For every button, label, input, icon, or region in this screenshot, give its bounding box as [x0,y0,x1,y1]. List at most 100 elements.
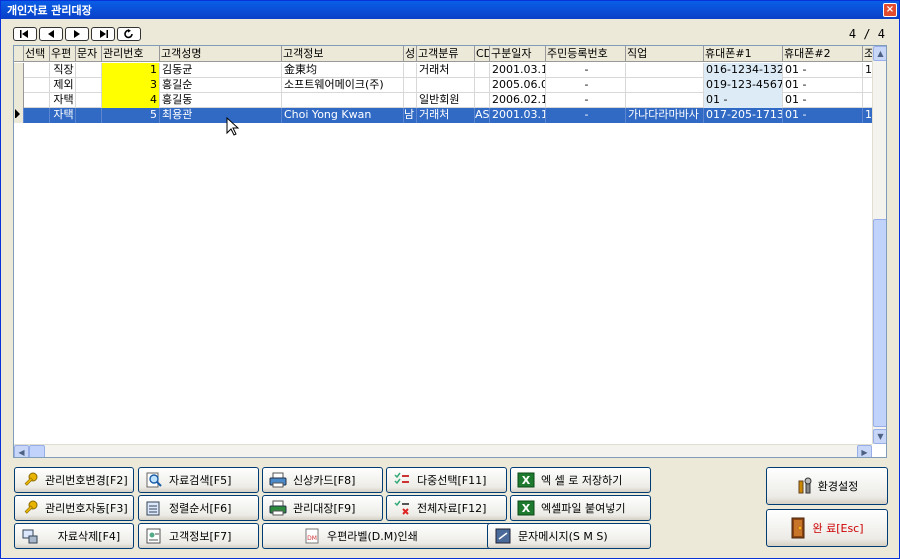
cell-phone1[interactable]: 016-1234-1328 [704,63,783,78]
prev-record-button[interactable] [39,27,63,41]
profile-card-button[interactable]: 신상카드[F8] [262,467,383,493]
cell-phone1[interactable]: 017-205-1713 [704,108,783,123]
cell-name[interactable]: 김동균 [160,63,282,78]
col-header[interactable]: 휴대폰#2 [783,46,863,62]
cell-date[interactable]: 2006.02.16 [490,93,546,108]
next-record-button[interactable] [65,27,89,41]
cell-sex[interactable] [404,78,417,93]
cell-info[interactable]: Choi Yong Kwan [282,108,404,123]
col-header[interactable]: 우편 [50,46,76,62]
table-row-selected[interactable]: 자택 5 최용관 Choi Yong Kwan 남 거래처 AS 2001.03… [14,108,874,123]
cell-info[interactable] [282,93,404,108]
cell-date[interactable]: 2001.03.14 [490,63,546,78]
cell-name[interactable]: 홍길순 [160,78,282,93]
settings-button[interactable]: 환경설정 [766,467,888,505]
cell-job[interactable]: 가나다라마바사 [626,108,704,123]
col-header[interactable]: 고객분류 [417,46,475,62]
scroll-right-button[interactable]: ▶ [857,445,872,457]
cell-phone1[interactable]: 01 - [704,93,783,108]
horizontal-scroll-thumb[interactable] [29,445,45,457]
cell-category[interactable]: 거래처 [417,108,475,123]
cell-no[interactable]: 5 [102,108,160,123]
cell-sms[interactable] [76,63,102,78]
col-header[interactable]: 구분일자 [490,46,546,62]
cell-date[interactable]: 2001.03.14 [490,108,546,123]
cell-cd[interactable] [475,78,490,93]
cell-rrn[interactable]: - [546,63,626,78]
cell-sex[interactable] [404,63,417,78]
multi-select-button[interactable]: 다중선택[F11] [386,467,507,493]
cell-name[interactable]: 홍길동 [160,93,282,108]
col-header[interactable]: 주민등록번호 [546,46,626,62]
cell-date[interactable]: 2005.06.07 [490,78,546,93]
horizontal-scrollbar[interactable]: ◀ ▶ [14,444,872,457]
delete-data-button[interactable]: 자료삭제[F4] [14,523,134,549]
cell-cd[interactable]: AS [475,108,490,123]
save-excel-button[interactable]: X 엑 셀 로 저장하기 [510,467,651,493]
scroll-up-button[interactable]: ▲ [873,46,886,61]
first-record-button[interactable] [13,27,37,41]
table-row[interactable]: 제외 3 홍길순 소프트웨어메이크(주) 2005.06.07 - 019-12… [14,78,874,93]
cell-info[interactable]: 金東均 [282,63,404,78]
cell-sms[interactable] [76,78,102,93]
cell-no[interactable]: 1 [102,63,160,78]
cell-cd[interactable] [475,63,490,78]
cell-name[interactable]: 최용관 [160,108,282,123]
col-header[interactable]: 휴대폰#1 [704,46,783,62]
data-grid[interactable]: 선택 우편 문자 관리번호 고객성명 고객정보 성 고객분류 CD 구분일자 주… [13,45,887,458]
close-button[interactable]: × [883,3,897,17]
cell-sex[interactable] [404,93,417,108]
change-number-button[interactable]: 관리번호변경[F2] [14,467,134,493]
cell-sms[interactable] [76,93,102,108]
table-row[interactable]: 직장 1 김동균 金東均 거래처 2001.03.14 - 016-1234-1… [14,63,874,78]
cell-no[interactable]: 3 [102,78,160,93]
cell-category[interactable] [417,78,475,93]
col-header[interactable]: 고객성명 [160,46,282,62]
col-header[interactable]: 고객정보 [282,46,404,62]
cell-post[interactable]: 자택 [50,93,76,108]
col-header[interactable]: 관리번호 [102,46,160,62]
cell-cd[interactable] [475,93,490,108]
cell-job[interactable] [626,93,704,108]
cell-category[interactable]: 일반회원 [417,93,475,108]
cell-sms[interactable] [76,108,102,123]
vertical-scrollbar[interactable]: ▲ ▼ [872,46,886,444]
cell-rrn[interactable]: - [546,78,626,93]
cell-post[interactable]: 제외 [50,78,76,93]
cell-no[interactable]: 4 [102,93,160,108]
col-header[interactable]: CD [475,46,490,62]
sort-order-button[interactable]: 정렬순서[F6] [138,495,259,521]
cell-phone2[interactable]: 01 - [783,108,863,123]
scroll-left-button[interactable]: ◀ [14,445,29,457]
customer-info-button[interactable]: 고객정보[F7] [138,523,259,549]
sms-button[interactable]: 문자메시지(S M S) [487,523,651,549]
scroll-down-button[interactable]: ▼ [873,429,886,444]
cell-phone2[interactable]: 01 - [783,93,863,108]
cell-post[interactable]: 자택 [50,108,76,123]
cell-phone1[interactable]: 019-123-4567 [704,78,783,93]
col-header[interactable]: 문자 [76,46,102,62]
last-record-button[interactable] [91,27,115,41]
auto-number-button[interactable]: 관리번호자동[F3] [14,495,134,521]
ledger-button[interactable]: 관리대장[F9] [262,495,383,521]
cell-rrn[interactable]: - [546,93,626,108]
col-header[interactable]: 선택 [24,46,50,62]
cell-job[interactable] [626,63,704,78]
cell-job[interactable] [626,78,704,93]
paste-excel-button[interactable]: X 엑셀파일 붙여넣기 [510,495,651,521]
vertical-scroll-thumb[interactable] [873,219,886,427]
cell-post[interactable]: 직장 [50,63,76,78]
search-button[interactable]: 자료검색[F5] [138,467,259,493]
cell-phone2[interactable]: 01 - [783,78,863,93]
table-row[interactable]: 자택 4 홍길동 일반회원 2006.02.16 - 01 - 01 - [14,93,874,108]
cell-select[interactable] [24,78,50,93]
cell-category[interactable]: 거래처 [417,63,475,78]
cell-rrn[interactable]: - [546,108,626,123]
print-labels-button[interactable]: DM 우편라벨(D.M)인쇄 [262,523,507,549]
cell-select[interactable] [24,108,50,123]
exit-button[interactable]: 완 료[Esc] [766,509,888,547]
cell-select[interactable] [24,93,50,108]
cell-info[interactable]: 소프트웨어메이크(주) [282,78,404,93]
cell-sex[interactable]: 남 [404,108,417,123]
cell-select[interactable] [24,63,50,78]
